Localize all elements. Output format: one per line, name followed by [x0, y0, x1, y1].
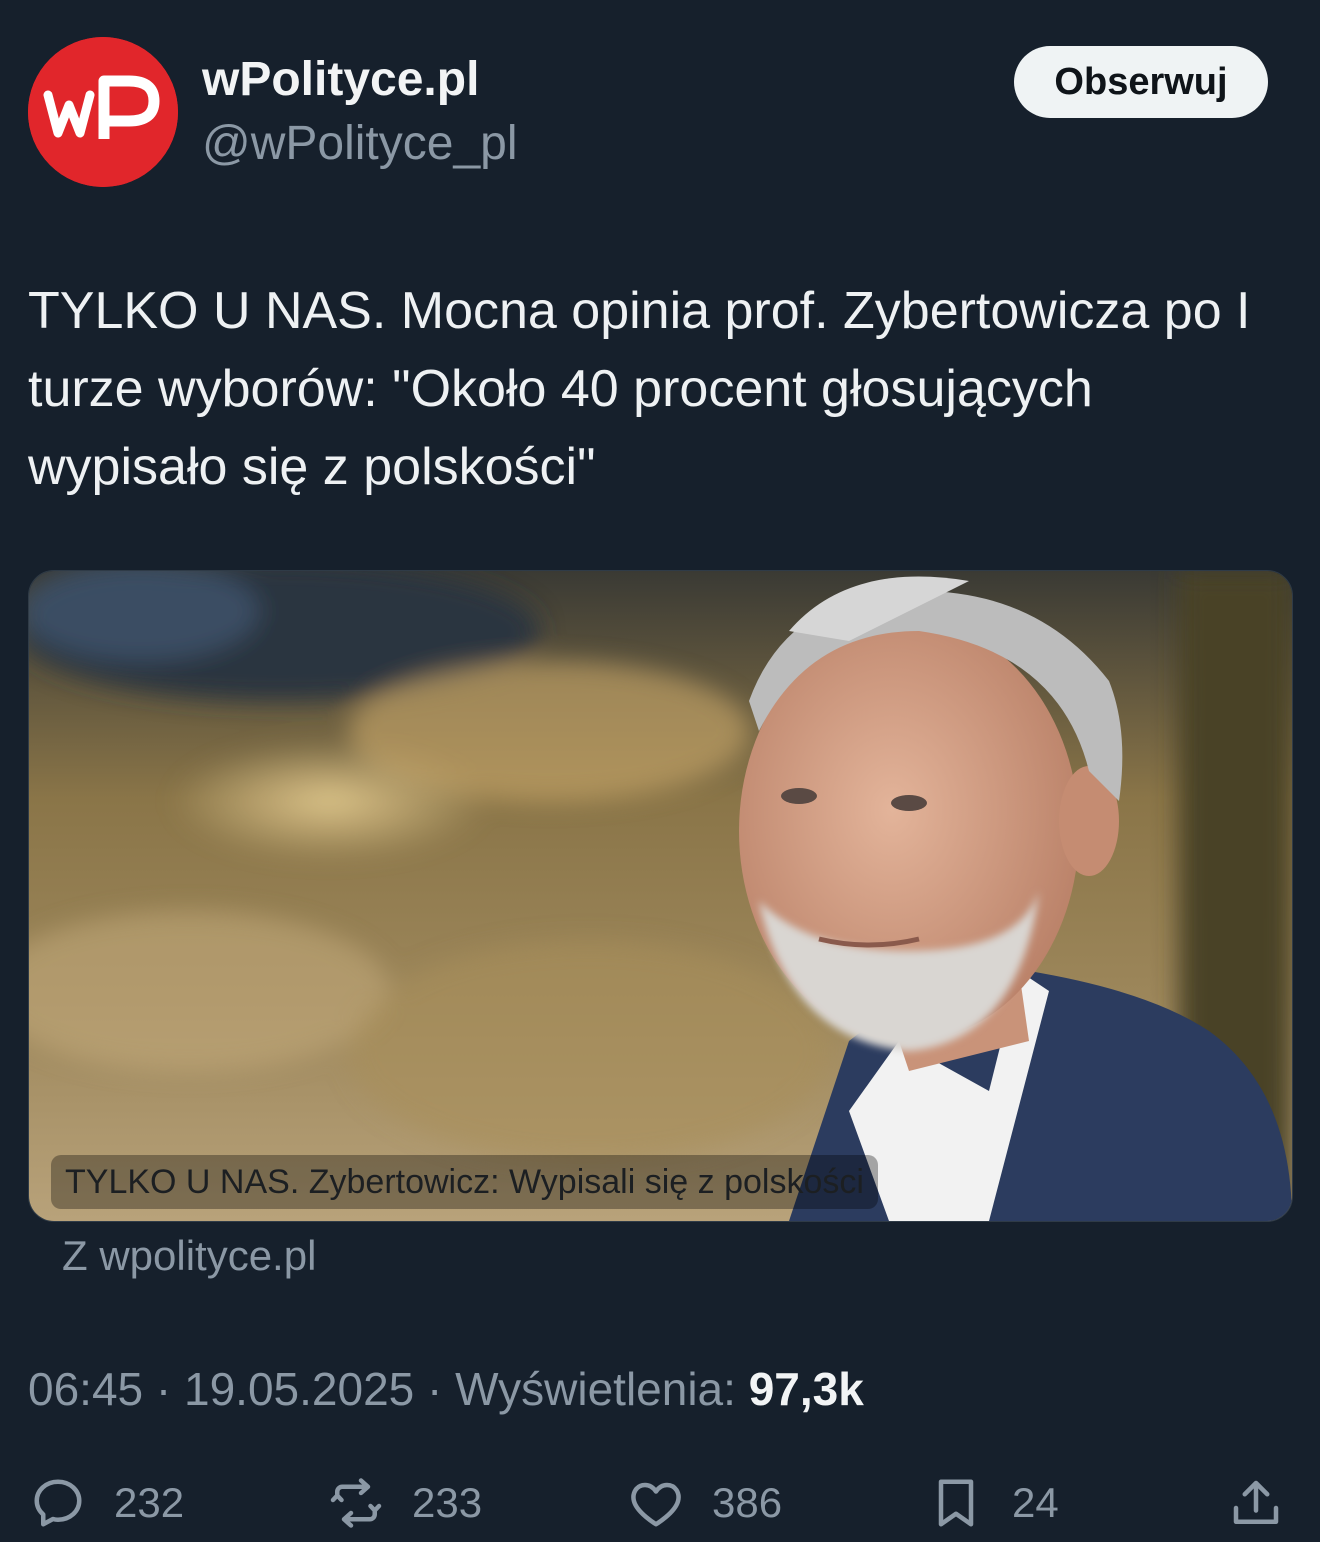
author-avatar[interactable] — [28, 37, 178, 187]
author-handle[interactable]: @wPolityce_pl — [202, 116, 518, 171]
link-card[interactable]: TYLKO U NAS. Zybertowicz: Wypisali się z… — [28, 570, 1293, 1222]
bookmark-button[interactable]: 24 — [926, 1468, 1059, 1538]
reply-icon — [34, 1479, 82, 1527]
card-caption: TYLKO U NAS. Zybertowicz: Wypisali się z… — [51, 1155, 878, 1209]
share-icon — [1233, 1480, 1279, 1524]
views-label: Wyświetlenia: — [455, 1363, 749, 1415]
wpolityce-logo — [28, 37, 178, 187]
bookmark-count: 24 — [1012, 1479, 1059, 1526]
repost-icon — [330, 1478, 382, 1528]
repost-button[interactable]: 233 — [326, 1468, 482, 1538]
repost-count: 233 — [412, 1479, 483, 1526]
views-count: 97,3k — [748, 1363, 864, 1415]
bookmark-icon — [938, 1479, 974, 1527]
reply-count: 232 — [114, 1479, 185, 1526]
share-button[interactable] — [1226, 1468, 1286, 1538]
meta-separator: · — [414, 1363, 456, 1415]
like-button[interactable]: 386 — [626, 1468, 782, 1538]
tweet-text: TYLKO U NAS. Mocna opinia prof. Zybertow… — [28, 282, 1251, 496]
action-bar: 232 233 386 24 — [0, 1468, 1320, 1538]
follow-button[interactable]: Obserwuj — [1014, 46, 1268, 118]
tweet-date[interactable]: 19.05.2025 — [184, 1363, 414, 1415]
author-name[interactable]: wPolityce.pl — [202, 52, 479, 107]
card-photo — [29, 571, 1292, 1221]
card-source[interactable]: Z wpolityce.pl — [62, 1232, 316, 1280]
heart-icon — [631, 1482, 681, 1527]
reply-button[interactable]: 232 — [28, 1468, 184, 1538]
like-count: 386 — [712, 1479, 783, 1526]
meta-separator: · — [143, 1363, 185, 1415]
tweet-time[interactable]: 06:45 — [28, 1363, 143, 1415]
tweet-meta: 06:45 · 19.05.2025 · Wyświetlenia: 97,3k — [28, 1362, 864, 1416]
